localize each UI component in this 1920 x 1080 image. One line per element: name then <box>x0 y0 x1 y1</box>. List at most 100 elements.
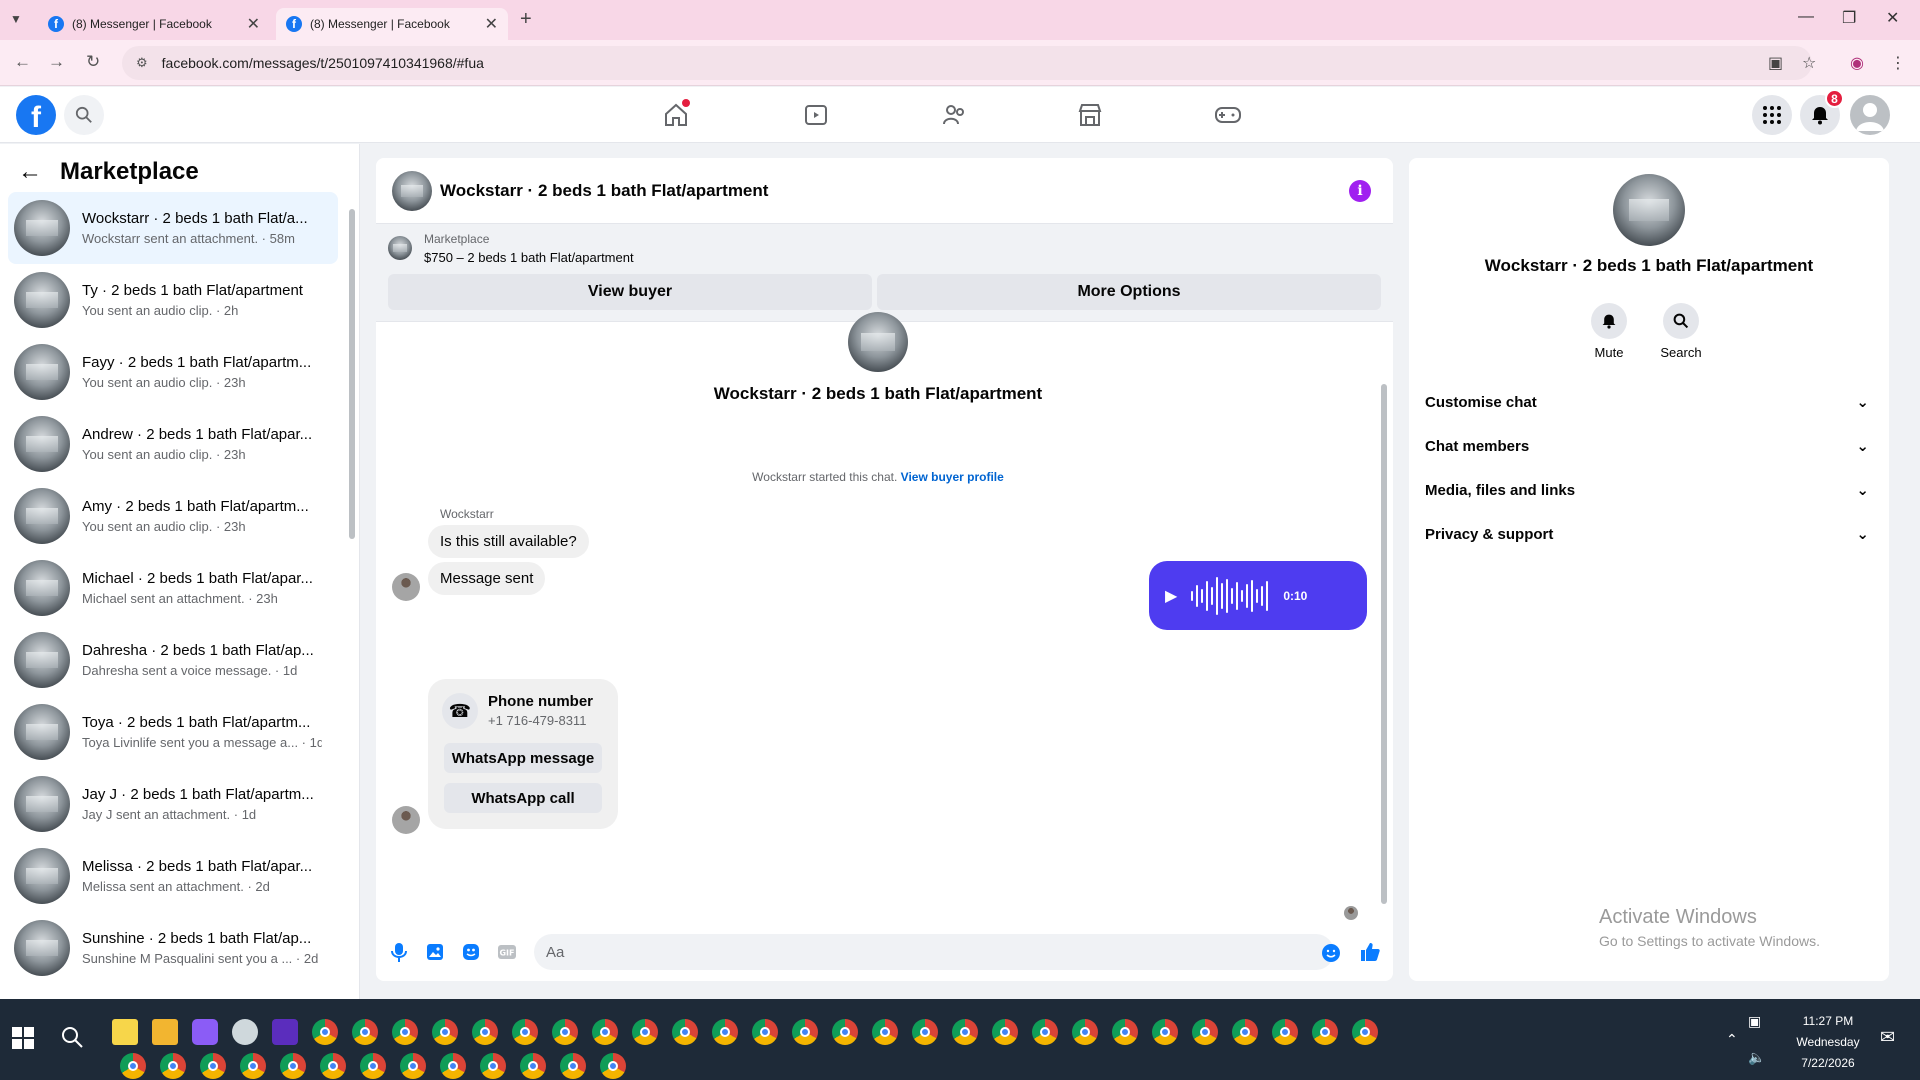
chrome-icon[interactable] <box>1152 1019 1178 1045</box>
taskbar-app-icon[interactable] <box>232 1019 258 1045</box>
menu-grid-icon[interactable] <box>1752 95 1792 135</box>
view-buyer-button[interactable]: View buyer <box>388 274 872 310</box>
sender-avatar[interactable] <box>392 806 420 834</box>
chrome-icon[interactable] <box>552 1019 578 1045</box>
conversation-item[interactable]: Ty · 2 beds 1 bath Flat/apartment You sen… <box>8 264 338 336</box>
more-options-button[interactable]: More Options <box>877 274 1381 310</box>
chrome-icon[interactable] <box>520 1053 546 1079</box>
view-buyer-profile-link[interactable]: View buyer profile <box>901 470 1004 484</box>
chrome-icon[interactable] <box>712 1019 738 1045</box>
chrome-icon[interactable] <box>312 1019 338 1045</box>
search-icon[interactable] <box>64 95 104 135</box>
browser-tab-2[interactable]: f (8) Messenger | Facebook ✕ <box>276 8 508 40</box>
notification-center-icon[interactable]: ✉ <box>1880 1027 1895 1048</box>
volume-icon[interactable]: 🔈 <box>1748 1049 1765 1066</box>
chat-profile-picture[interactable] <box>848 312 908 372</box>
new-tab-icon[interactable]: + <box>520 8 532 31</box>
close-tab-icon[interactable]: ✕ <box>247 14 260 34</box>
listing-price[interactable]: $750 – 2 beds 1 bath Flat/apartment <box>424 250 634 265</box>
site-settings-icon[interactable]: ⚙ <box>136 55 148 71</box>
microphone-icon[interactable] <box>388 941 410 963</box>
chrome-icon[interactable] <box>872 1019 898 1045</box>
gif-icon[interactable]: GIF <box>496 941 518 963</box>
sender-avatar[interactable] <box>392 573 420 601</box>
chrome-icon[interactable] <box>1272 1019 1298 1045</box>
marketplace-icon[interactable] <box>1074 99 1106 131</box>
profile-icon[interactable]: ◉ <box>1850 53 1864 73</box>
chrome-icon[interactable] <box>480 1053 506 1079</box>
message-bubble[interactable]: Is this still available? <box>428 525 589 558</box>
chrome-icon[interactable] <box>600 1053 626 1079</box>
back-arrow-icon[interactable]: ← <box>18 158 42 186</box>
taskbar-app-icon[interactable] <box>112 1019 138 1045</box>
photo-icon[interactable] <box>424 941 446 963</box>
taskbar-clock[interactable]: 11:27 PM Wednesday 7/22/2026 <box>1788 1011 1868 1074</box>
conversation-item[interactable]: Andrew · 2 beds 1 bath Flat/apar... You s… <box>8 408 338 480</box>
page-scrollbar[interactable] <box>1906 87 1920 999</box>
back-icon[interactable]: ← <box>14 52 31 72</box>
chrome-icon[interactable] <box>432 1019 458 1045</box>
message-bubble[interactable]: Message sent <box>428 562 546 595</box>
sidebar-scrollbar[interactable] <box>348 199 356 989</box>
friends-icon[interactable] <box>938 99 970 131</box>
chrome-icon[interactable] <box>1072 1019 1098 1045</box>
chat-scrollbar[interactable] <box>1379 324 1389 914</box>
play-icon[interactable]: ▶ <box>1165 586 1177 606</box>
chrome-icon[interactable] <box>1232 1019 1258 1045</box>
privacy-support-section[interactable]: Privacy & support ⌄ <box>1425 512 1873 556</box>
chrome-icon[interactable] <box>752 1019 778 1045</box>
taskbar-app-icon[interactable] <box>152 1019 178 1045</box>
minimize-icon[interactable]: — <box>1798 8 1814 26</box>
chrome-icon[interactable] <box>200 1053 226 1079</box>
account-avatar[interactable] <box>1850 95 1890 135</box>
info-profile-picture[interactable] <box>1613 174 1685 246</box>
taskbar-app-icon[interactable] <box>192 1019 218 1045</box>
whatsapp-call-button[interactable]: WhatsApp call <box>444 783 602 813</box>
chrome-icon[interactable] <box>952 1019 978 1045</box>
video-icon[interactable] <box>800 99 832 131</box>
conversation-item[interactable]: Wockstarr · 2 beds 1 bath Flat/a... Wocks… <box>8 192 338 264</box>
chrome-icon[interactable] <box>1192 1019 1218 1045</box>
chrome-icon[interactable] <box>1032 1019 1058 1045</box>
chrome-icon[interactable] <box>400 1053 426 1079</box>
chrome-icon[interactable] <box>240 1053 266 1079</box>
chrome-icon[interactable] <box>360 1053 386 1079</box>
bookmark-star-icon[interactable]: ☆ <box>1802 53 1816 73</box>
search-in-chat-button[interactable]: Search <box>1651 303 1711 360</box>
chrome-icon[interactable] <box>992 1019 1018 1045</box>
media-files-links-section[interactable]: Media, files and links ⌄ <box>1425 468 1873 512</box>
whatsapp-message-button[interactable]: WhatsApp message <box>444 743 602 773</box>
chrome-icon[interactable] <box>280 1053 306 1079</box>
chrome-icon[interactable] <box>512 1019 538 1045</box>
chrome-icon[interactable] <box>472 1019 498 1045</box>
chat-avatar[interactable] <box>392 170 432 211</box>
chrome-icon[interactable] <box>1312 1019 1338 1045</box>
chrome-icon[interactable] <box>632 1019 658 1045</box>
conversation-item[interactable]: Michael · 2 beds 1 bath Flat/apar... Mich… <box>8 552 338 624</box>
customise-chat-section[interactable]: Customise chat ⌄ <box>1425 380 1873 424</box>
conversation-item[interactable]: Jay J · 2 beds 1 bath Flat/apartm... Jay … <box>8 768 338 840</box>
voice-message[interactable]: ▶ 0:10 <box>1149 561 1367 630</box>
chrome-icon[interactable] <box>352 1019 378 1045</box>
chrome-icon[interactable] <box>560 1053 586 1079</box>
chat-members-section[interactable]: Chat members ⌄ <box>1425 424 1873 468</box>
install-icon[interactable]: ▣ <box>1768 53 1783 73</box>
restore-icon[interactable]: ❐ <box>1842 8 1856 28</box>
home-icon[interactable] <box>660 99 692 131</box>
reload-icon[interactable]: ↻ <box>86 52 100 72</box>
chrome-icon[interactable] <box>1352 1019 1378 1045</box>
chrome-icon[interactable] <box>1112 1019 1138 1045</box>
message-input[interactable]: Aa <box>534 934 1334 970</box>
conversation-item[interactable]: Fayy · 2 beds 1 bath Flat/apartm... You s… <box>8 336 338 408</box>
facebook-logo-icon[interactable]: f <box>16 95 56 135</box>
chrome-icon[interactable] <box>392 1019 418 1045</box>
url-input[interactable]: ⚙ facebook.com/messages/t/25010974103419… <box>122 46 1812 80</box>
chrome-icon[interactable] <box>440 1053 466 1079</box>
browser-tab-1[interactable]: f (8) Messenger | Facebook ✕ <box>38 8 270 40</box>
close-window-icon[interactable]: ✕ <box>1886 8 1899 28</box>
chrome-icon[interactable] <box>832 1019 858 1045</box>
chrome-icon[interactable] <box>320 1053 346 1079</box>
taskbar-search-icon[interactable] <box>60 1025 84 1049</box>
conversation-item[interactable]: Amy · 2 beds 1 bath Flat/apartm... You se… <box>8 480 338 552</box>
conversation-item[interactable]: Sunshine · 2 beds 1 bath Flat/ap... Sunsh… <box>8 912 338 984</box>
